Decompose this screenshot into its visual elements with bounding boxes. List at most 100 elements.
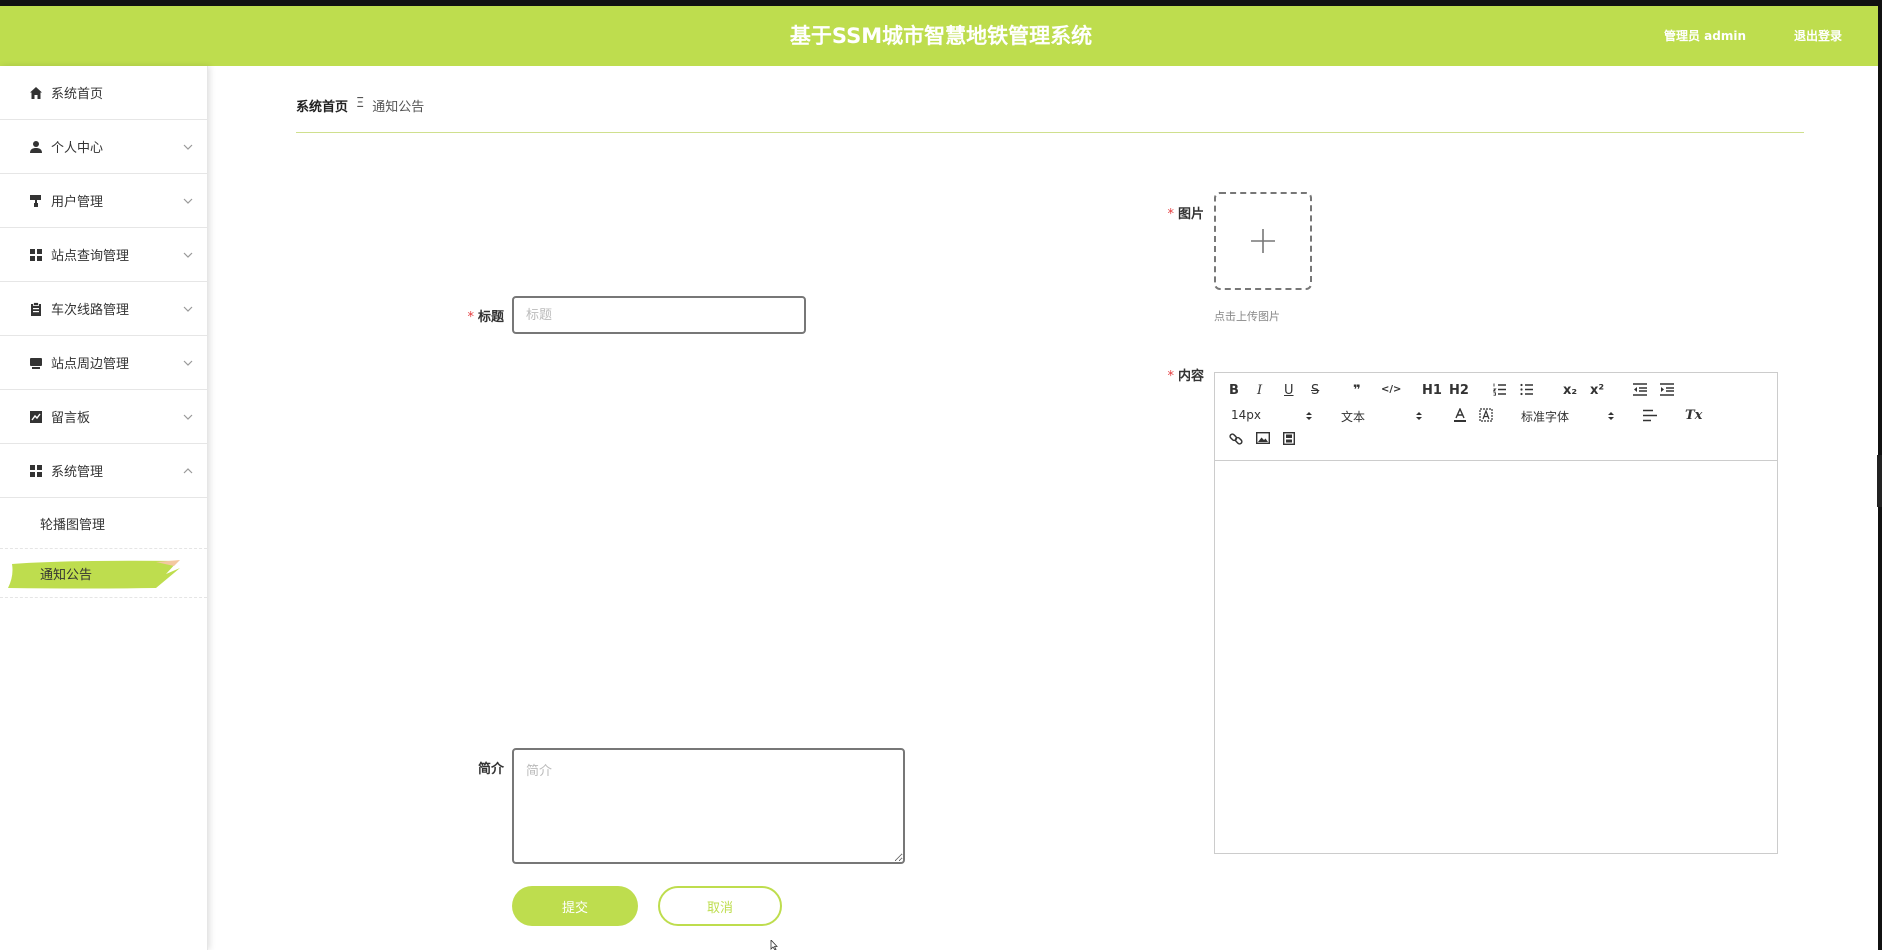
app-title: 基于SSM城市智慧地铁管理系统: [789, 24, 1093, 48]
sidebar-subitem-notice[interactable]: 通知公告: [0, 548, 207, 598]
sidebar-item-station-query[interactable]: 站点查询管理: [0, 228, 207, 282]
sidebar-item-label: 站点周边管理: [51, 357, 130, 372]
link-button[interactable]: [1229, 432, 1243, 446]
chevron-down-icon: [183, 306, 193, 312]
bullet-list-button[interactable]: [1520, 383, 1534, 396]
breadcrumb: 系统首页 Ξ 通知公告: [296, 96, 1804, 133]
breadcrumb-current: 通知公告: [372, 100, 425, 115]
clear-format-button[interactable]: Tx: [1685, 408, 1702, 423]
image-upload-box[interactable]: [1214, 192, 1312, 290]
video-icon: [1283, 432, 1295, 445]
underline-button[interactable]: U: [1284, 383, 1294, 398]
image-button[interactable]: [1256, 432, 1270, 444]
grid-icon: [28, 247, 43, 262]
clipboard-icon: [28, 301, 43, 316]
align-button[interactable]: [1643, 409, 1657, 422]
chevron-down-icon: [183, 144, 193, 150]
image-label: * 图片: [1150, 203, 1204, 222]
sidebar-item-label: 站点查询管理: [51, 249, 130, 264]
chart-icon: [28, 409, 43, 424]
font-color-icon: [1454, 408, 1466, 422]
chevron-down-icon: [183, 252, 193, 258]
code-block-button[interactable]: </>: [1381, 384, 1401, 395]
background-color-icon: [1479, 408, 1493, 422]
font-color-button[interactable]: [1453, 408, 1467, 423]
outdent-button[interactable]: [1633, 383, 1647, 396]
editor-toolbar: B I U S ❞ </> H1 H2 x₂ x² 14px 文本 标准字体 T…: [1215, 373, 1777, 461]
image-icon: [1256, 432, 1270, 444]
sidebar: 系统首页 个人中心 用户管理 站点查询管理 车次线路管理 站点周边管理 留言板 …: [0, 66, 208, 950]
superscript-button[interactable]: x²: [1590, 383, 1604, 398]
sidebar-item-message-board[interactable]: 留言板: [0, 390, 207, 444]
sidebar-item-system-management[interactable]: 系统管理: [0, 444, 207, 498]
align-left-icon: [1643, 409, 1657, 422]
title-label: * 标题: [452, 306, 504, 325]
logout-button[interactable]: 退出登录: [1794, 6, 1842, 66]
strike-button[interactable]: S: [1311, 383, 1319, 398]
indent-button[interactable]: [1660, 383, 1674, 396]
sidebar-item-label: 用户管理: [51, 195, 104, 210]
h1-button[interactable]: H1: [1422, 383, 1442, 398]
h2-button[interactable]: H2: [1449, 383, 1469, 398]
submit-button[interactable]: 提交: [512, 886, 638, 926]
sidebar-item-label: 系统首页: [51, 87, 104, 102]
content-label-text: 内容: [1177, 369, 1204, 384]
ordered-list-button[interactable]: [1493, 383, 1507, 396]
required-mark: *: [1167, 207, 1174, 222]
required-mark: *: [467, 310, 474, 325]
font-size-select[interactable]: 14px: [1231, 408, 1261, 422]
top-header: 基于SSM城市智慧地铁管理系统 管理员 admin 退出登录: [0, 0, 1882, 66]
plus-icon: [1251, 229, 1275, 253]
required-mark: *: [1167, 369, 1174, 384]
sidebar-subitem-carousel[interactable]: 轮播图管理: [0, 498, 207, 548]
title-label-text: 标题: [477, 310, 504, 325]
sidebar-item-train-route[interactable]: 车次线路管理: [0, 282, 207, 336]
subscript-button[interactable]: x₂: [1563, 383, 1577, 398]
select-arrows-icon: [1416, 412, 1422, 420]
editor-content-area[interactable]: [1215, 461, 1777, 853]
ordered-list-icon: [1493, 383, 1506, 396]
image-label-text: 图片: [1177, 207, 1204, 222]
intro-label: 简介: [477, 762, 504, 777]
current-user: 管理员 admin: [1663, 29, 1746, 43]
blockquote-button[interactable]: ❞: [1353, 383, 1361, 398]
upload-hint: 点击上传图片: [1214, 310, 1280, 323]
sidebar-item-user-management[interactable]: 用户管理: [0, 174, 207, 228]
user-icon: [28, 139, 43, 154]
outdent-icon: [1633, 383, 1647, 396]
breadcrumb-home[interactable]: 系统首页: [296, 96, 348, 115]
chevron-up-icon: [183, 467, 193, 473]
text-type-select[interactable]: 文本: [1341, 408, 1365, 425]
chevron-down-icon: [183, 198, 193, 204]
sidebar-item-label: 车次线路管理: [51, 303, 130, 318]
cancel-button[interactable]: 取消: [658, 886, 782, 926]
sidebar-item-home[interactable]: 系统首页: [0, 66, 207, 120]
active-highlight: [8, 560, 180, 589]
rich-text-editor: B I U S ❞ </> H1 H2 x₂ x² 14px 文本 标准字体 T…: [1214, 372, 1778, 854]
background-color-button[interactable]: [1479, 408, 1493, 423]
sidebar-item-personal-center[interactable]: 个人中心: [0, 120, 207, 174]
breadcrumb-separator: Ξ: [356, 96, 365, 111]
sidebar-item-station-surroundings[interactable]: 站点周边管理: [0, 336, 207, 390]
sidebar-item-label: 系统管理: [51, 465, 104, 480]
chevron-down-icon: [183, 360, 193, 366]
content-label: * 内容: [1150, 365, 1204, 384]
home-icon: [28, 85, 43, 100]
sidebar-subitem-label: 轮播图管理: [40, 517, 106, 533]
title-input[interactable]: [512, 296, 806, 334]
bullet-list-icon: [1520, 383, 1533, 396]
font-family-select[interactable]: 标准字体: [1521, 408, 1569, 425]
italic-button[interactable]: I: [1257, 383, 1262, 398]
sidebar-subitem-label: 通知公告: [40, 567, 93, 583]
mouse-cursor-icon: [770, 940, 778, 950]
page-scrollbar[interactable]: [1877, 455, 1882, 507]
link-icon: [1229, 433, 1243, 445]
grid-icon: [28, 463, 43, 478]
sidebar-item-label: 留言板: [51, 411, 91, 426]
select-arrows-icon: [1306, 412, 1312, 420]
intro-textarea[interactable]: [512, 748, 905, 864]
video-button[interactable]: [1283, 432, 1295, 445]
indent-icon: [1660, 383, 1674, 396]
monitor-icon: [28, 355, 43, 370]
bold-button[interactable]: B: [1229, 383, 1239, 398]
